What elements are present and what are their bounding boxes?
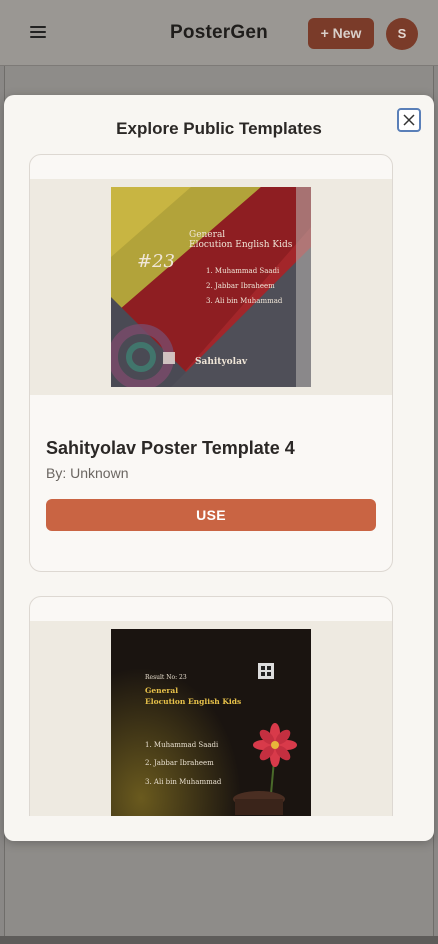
poster-number: #23 — [137, 251, 175, 272]
poster-result-no: Result No: 23 — [145, 674, 187, 681]
poster-heading-2: Elocution English Kids — [189, 240, 293, 250]
poster-entry-2: 2. Jabbar Ibraheem — [145, 759, 214, 767]
poster-entry-1: 1. Muhammad Saadi — [206, 267, 280, 275]
template-thumbnail[interactable]: #23 General Elocution English Kids 1. Mu… — [111, 187, 311, 387]
templates-list[interactable]: #23 General Elocution English Kids 1. Mu… — [4, 153, 434, 816]
template-card: Result No: 23 General Elocution English … — [29, 596, 393, 816]
app-header: PosterGen + New S — [0, 0, 438, 66]
poster-footer: Sahityolav — [195, 357, 248, 367]
template-card: #23 General Elocution English Kids 1. Mu… — [29, 154, 393, 572]
poster-entry-3: 3. Ali bin Muhammad — [206, 297, 283, 305]
poster-heading-2: Elocution English Kids — [145, 697, 241, 706]
poster-entry-3: 3. Ali bin Muhammad — [145, 778, 222, 786]
close-button[interactable] — [397, 108, 421, 132]
new-poster-button[interactable]: + New — [308, 18, 374, 49]
template-author: By: Unknown — [46, 465, 129, 481]
template-thumbnail-area: #23 General Elocution English Kids 1. Mu… — [30, 179, 392, 395]
template-title: Sahityolav Poster Template 4 — [46, 438, 295, 458]
modal-title: Explore Public Templates — [116, 119, 322, 138]
avatar[interactable]: S — [386, 18, 418, 50]
template-thumbnail-area: Result No: 23 General Elocution English … — [30, 621, 392, 816]
use-template-button[interactable]: USE — [46, 499, 376, 531]
poster-heading-1: General — [145, 686, 178, 695]
poster-entry-1: 1. Muhammad Saadi — [145, 741, 219, 749]
close-icon — [403, 114, 415, 126]
template-thumbnail[interactable]: Result No: 23 General Elocution English … — [111, 629, 311, 816]
templates-modal: Explore Public Templates #23 General Elo… — [4, 95, 434, 841]
poster-heading-1: General — [189, 230, 225, 240]
bottom-bar — [0, 936, 438, 944]
poster-entry-2: 2. Jabbar Ibraheem — [206, 282, 275, 290]
